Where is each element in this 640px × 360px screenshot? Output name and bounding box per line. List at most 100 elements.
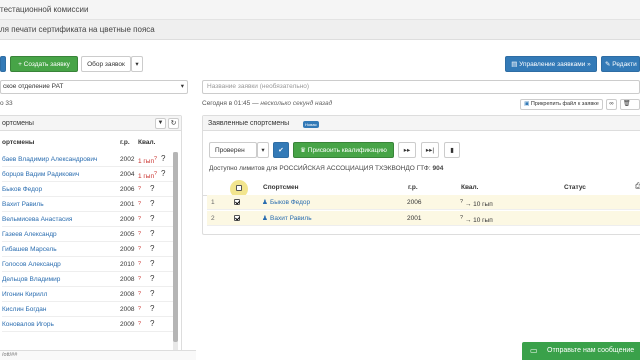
athlete-qual-sup: ? <box>138 231 142 237</box>
row-checkbox[interactable] <box>234 199 240 205</box>
help-icon[interactable]: ? <box>161 169 165 178</box>
athlete-qual-sup: ? <box>460 199 464 205</box>
timestamp-text: Сегодня в 01:45 <box>202 100 251 107</box>
help-icon[interactable]: ? <box>150 244 154 253</box>
help-icon[interactable]: ? <box>161 154 165 163</box>
list-item[interactable]: борцов Вадим Радикович 2004 1 гып? ? <box>2 167 174 182</box>
list-item[interactable]: Дельцов Владимир 2008 ? ? <box>2 272 174 287</box>
page-title: тестационной комиссии <box>0 5 89 14</box>
athletes-table-header: ортсмены г.р. Квал. <box>2 136 177 150</box>
create-application-button[interactable]: + Создать заявку <box>10 56 78 72</box>
athlete-name[interactable]: борцов Вадим Радикович <box>2 171 79 178</box>
trophy-icon: ♛ <box>300 147 306 154</box>
refresh-icon: ↻ <box>170 120 177 127</box>
help-icon[interactable]: ? <box>150 319 154 328</box>
table-row[interactable]: 2 ♟ Вахит Равиль 2001 ? → 10 гып <box>207 211 640 226</box>
help-icon[interactable]: ? <box>150 274 154 283</box>
col-name-header: ортсмены <box>2 139 35 146</box>
help-icon[interactable]: ? <box>150 199 154 208</box>
forward-button[interactable]: ▸▸ <box>398 142 416 158</box>
delete-button[interactable]: 🗑 <box>620 99 640 110</box>
athlete-year: 2008 <box>120 276 135 283</box>
skip-end-icon: ▸▸| <box>425 147 435 154</box>
col-year-header: г.р. <box>408 184 418 191</box>
page-subheader: ля печати сертификата на цветные пояса <box>0 20 640 40</box>
chat-widget-button[interactable]: ▭ Отправьте нам сообщение <box>522 342 640 360</box>
delete-selected-button[interactable]: ▮ <box>444 142 460 158</box>
help-icon[interactable]: ? <box>150 229 154 238</box>
help-icon[interactable]: ? <box>150 214 154 223</box>
athlete-year: 2006 <box>120 186 135 193</box>
select-all-checkbox[interactable] <box>236 185 242 191</box>
filter-athletes-button[interactable]: ▼ <box>155 118 166 129</box>
scrollbar-track[interactable] <box>173 152 178 357</box>
filter-applications-button[interactable]: Обор заявок <box>81 56 131 72</box>
print-icon[interactable]: ⎙ <box>635 183 640 191</box>
list-item[interactable]: Быков Федор 2006 ? ? <box>2 182 174 197</box>
back-button[interactable] <box>0 56 6 72</box>
attach-file-button[interactable]: ▣ Прикрепить файл к заявке <box>520 99 603 110</box>
trash-icon: ▮ <box>450 147 454 154</box>
col-status-header: Статус <box>564 184 586 191</box>
status-select[interactable]: Проверен <box>209 142 257 158</box>
status-url: /ott/## <box>0 350 196 360</box>
list-item[interactable]: Коновалов Игорь 2009 ? ? <box>2 317 174 332</box>
assign-qualification-button[interactable]: ♛ Присвоить квалификацию <box>293 142 394 158</box>
organization-select[interactable]: ское отделение РАТ ▾ <box>0 80 188 94</box>
caret-down-icon: ▾ <box>180 83 184 90</box>
list-item[interactable]: баев Владимир Александрович 2002 1 гып? … <box>2 152 174 167</box>
athlete-name[interactable]: Коновалов Игорь <box>2 321 54 328</box>
filter-dropdown-toggle[interactable]: ▾ <box>131 56 143 72</box>
help-icon[interactable]: ? <box>150 304 154 313</box>
link-button[interactable]: ∞ <box>606 99 617 110</box>
help-icon[interactable]: ? <box>150 184 154 193</box>
athlete-year: 2009 <box>120 216 135 223</box>
athlete-name[interactable]: Дельцов Владимир <box>2 276 60 283</box>
attach-icon: ▣ <box>524 101 530 107</box>
status-dropdown-toggle[interactable]: ▾ <box>257 142 269 158</box>
edit-button[interactable]: ✎ Редакти <box>601 56 640 72</box>
limit-value: 904 <box>432 165 444 172</box>
athlete-name[interactable]: Вахит Равиль <box>270 215 312 222</box>
row-checkbox[interactable] <box>234 215 240 221</box>
refresh-athletes-button[interactable]: ↻ <box>168 118 179 129</box>
manage-applications-button[interactable]: ▤ Управление заявками » <box>505 56 597 72</box>
athlete-year: 2004 <box>120 171 135 178</box>
athlete-name[interactable]: Быков Федор <box>2 186 42 193</box>
athlete-name[interactable]: Гибашев Марсель <box>2 246 57 253</box>
athlete-name[interactable]: Быков Федор <box>270 199 310 206</box>
list-item[interactable]: Вельмисева Анастасия 2009 ? ? <box>2 212 174 227</box>
athlete-qual-sup: ? <box>460 215 464 221</box>
athlete-name[interactable]: баев Владимир Александрович <box>2 156 97 163</box>
help-icon[interactable]: ? <box>150 289 154 298</box>
athlete-qual-sup: ? <box>138 306 142 312</box>
help-icon[interactable]: ? <box>150 259 154 268</box>
list-item[interactable]: Вахит Равиль 2001 ? ? <box>2 197 174 212</box>
athlete-qual-sup: ? <box>138 321 142 327</box>
list-item[interactable]: Голосов Александр 2010 ? ? <box>2 257 174 272</box>
athletes-list: баев Владимир Александрович 2002 1 гып? … <box>2 152 174 352</box>
list-item[interactable]: Гибашев Марсель 2009 ? ? <box>2 242 174 257</box>
athlete-name[interactable]: Игонин Кирилл <box>2 291 47 298</box>
athlete-name[interactable]: Голосов Александр <box>2 261 61 268</box>
confirm-button[interactable]: ✔ <box>273 142 289 158</box>
athlete-qual-sup: ? <box>153 171 157 177</box>
athlete-year: 2009 <box>120 321 135 328</box>
limit-text: Доступно лимитов для РОССИЙСКАЯ АССОЦИАЦ… <box>209 165 431 172</box>
athlete-name[interactable]: Газеев Александр <box>2 231 57 238</box>
scrollbar-thumb[interactable] <box>173 152 178 342</box>
plus-icon: + <box>18 61 22 68</box>
user-icon: ♟ <box>262 199 268 206</box>
skip-to-end-button[interactable]: ▸▸| <box>421 142 439 158</box>
table-row[interactable]: 1 ♟ Быков Федор 2006 ? → 10 гып <box>207 195 640 210</box>
list-item[interactable]: Игонин Кирилл 2008 ? ? <box>2 287 174 302</box>
athlete-name[interactable]: Вахит Равиль <box>2 201 44 208</box>
list-item[interactable]: Газеев Александр 2005 ? ? <box>2 227 174 242</box>
athlete-name[interactable]: Вельмисева Анастасия <box>2 216 72 223</box>
list-item[interactable]: Кислин Богдан 2008 ? ? <box>2 302 174 317</box>
athlete-year: 2001 <box>407 215 422 222</box>
athlete-year: 2006 <box>407 199 422 206</box>
caret-down-icon: ▾ <box>261 147 265 154</box>
athlete-name[interactable]: Кислин Богдан <box>2 306 46 313</box>
application-name-input[interactable]: Название заявки (необязательно) <box>202 80 640 94</box>
